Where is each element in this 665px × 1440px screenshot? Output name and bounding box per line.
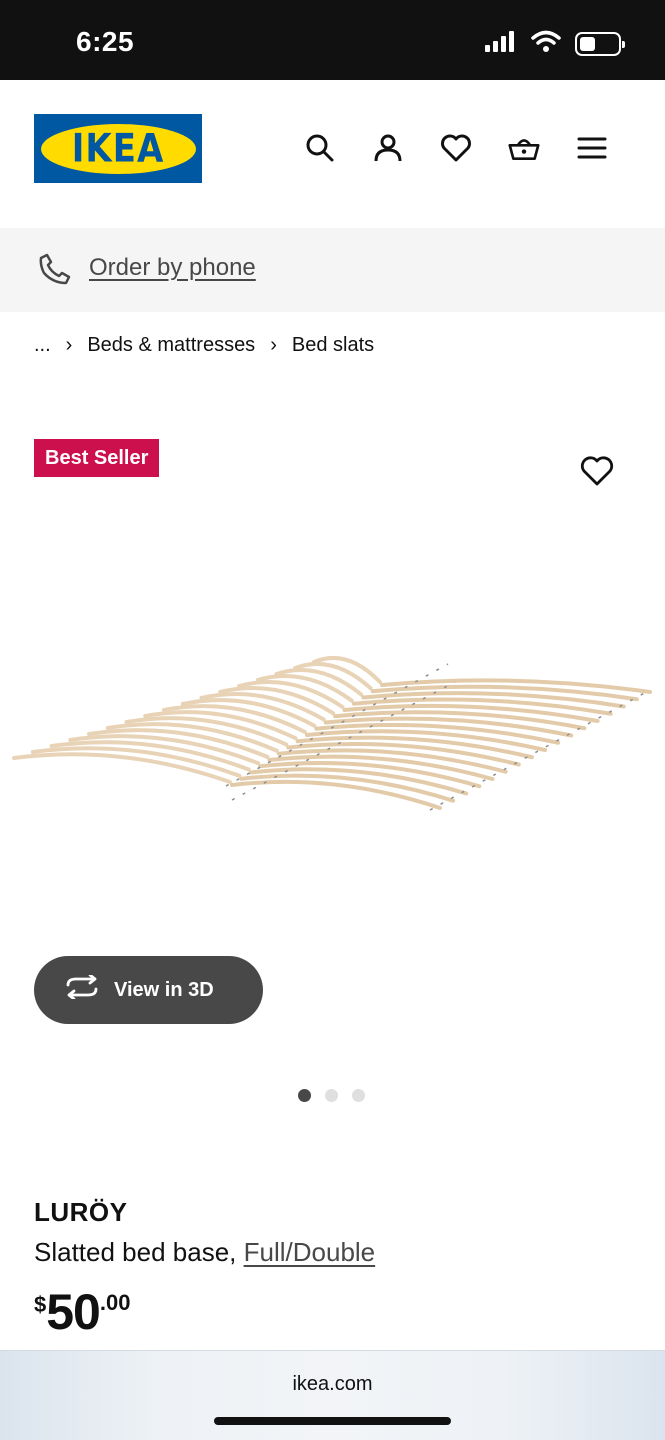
home-indicator [214,1417,451,1425]
bed-slat [230,779,442,810]
image-carousel-dots [298,1089,365,1102]
carousel-dot-3[interactable] [352,1089,365,1102]
wishlist-icon[interactable] [440,132,472,164]
breadcrumb-ellipsis[interactable]: ... [34,334,51,357]
url-text[interactable]: ikea.com [0,1373,665,1396]
search-icon[interactable] [304,132,336,164]
save-to-wishlist-heart-icon[interactable] [580,455,614,492]
price-integer: 50 [46,1284,101,1340]
product-name: LURÖY [34,1197,128,1227]
carousel-dot-2[interactable] [325,1089,338,1102]
price-decimal: .00 [99,1290,131,1315]
status-time: 6:25 [76,26,135,57]
breadcrumb-item-beds-mattresses[interactable]: Beds & mattresses [87,334,255,357]
product-image[interactable] [0,640,665,830]
product-type: Slatted bed base, [34,1237,237,1267]
order-by-phone-bar: Order by phone [0,228,665,312]
carousel-dot-1[interactable] [298,1089,311,1102]
site-header: IKEA [0,80,665,228]
price-currency: $ [34,1292,47,1317]
order-by-phone-link[interactable]: Order by phone [89,254,256,282]
ikea-logo[interactable]: IKEA [34,114,202,183]
view-in-3d-button[interactable]: View in 3D [34,956,263,1024]
logo-oval: IKEA [40,123,196,174]
menu-icon[interactable] [576,132,608,164]
product-description: Slatted bed base, Full/Double [34,1237,375,1268]
cart-icon[interactable] [508,132,540,164]
header-icons [304,132,608,164]
product-size-link[interactable]: Full/Double [244,1237,376,1267]
bed-slat [239,773,456,803]
battery-icon [575,31,625,56]
account-icon[interactable] [372,132,404,164]
bed-slat [12,752,232,784]
chevron-right-icon: › [65,334,73,356]
breadcrumb: ... › Beds & mattresses › Bed slats [34,334,374,357]
breadcrumb-item-bed-slats[interactable]: Bed slats [292,334,374,357]
signal-icon [485,30,517,57]
chevron-right-icon: › [270,334,277,356]
status-bar: 6:25 [0,0,665,80]
rotate-3d-icon [64,973,100,1005]
view-in-3d-label: View in 3D [114,978,214,1001]
browser-url-bar[interactable]: ikea.com [0,1350,665,1440]
best-seller-badge: Best Seller [34,439,160,477]
product-price: $ 50 .00 [34,1284,130,1340]
wifi-icon [531,30,561,57]
phone-icon [38,252,72,291]
logo-text: IKEA [71,125,165,172]
status-icons [485,30,625,57]
